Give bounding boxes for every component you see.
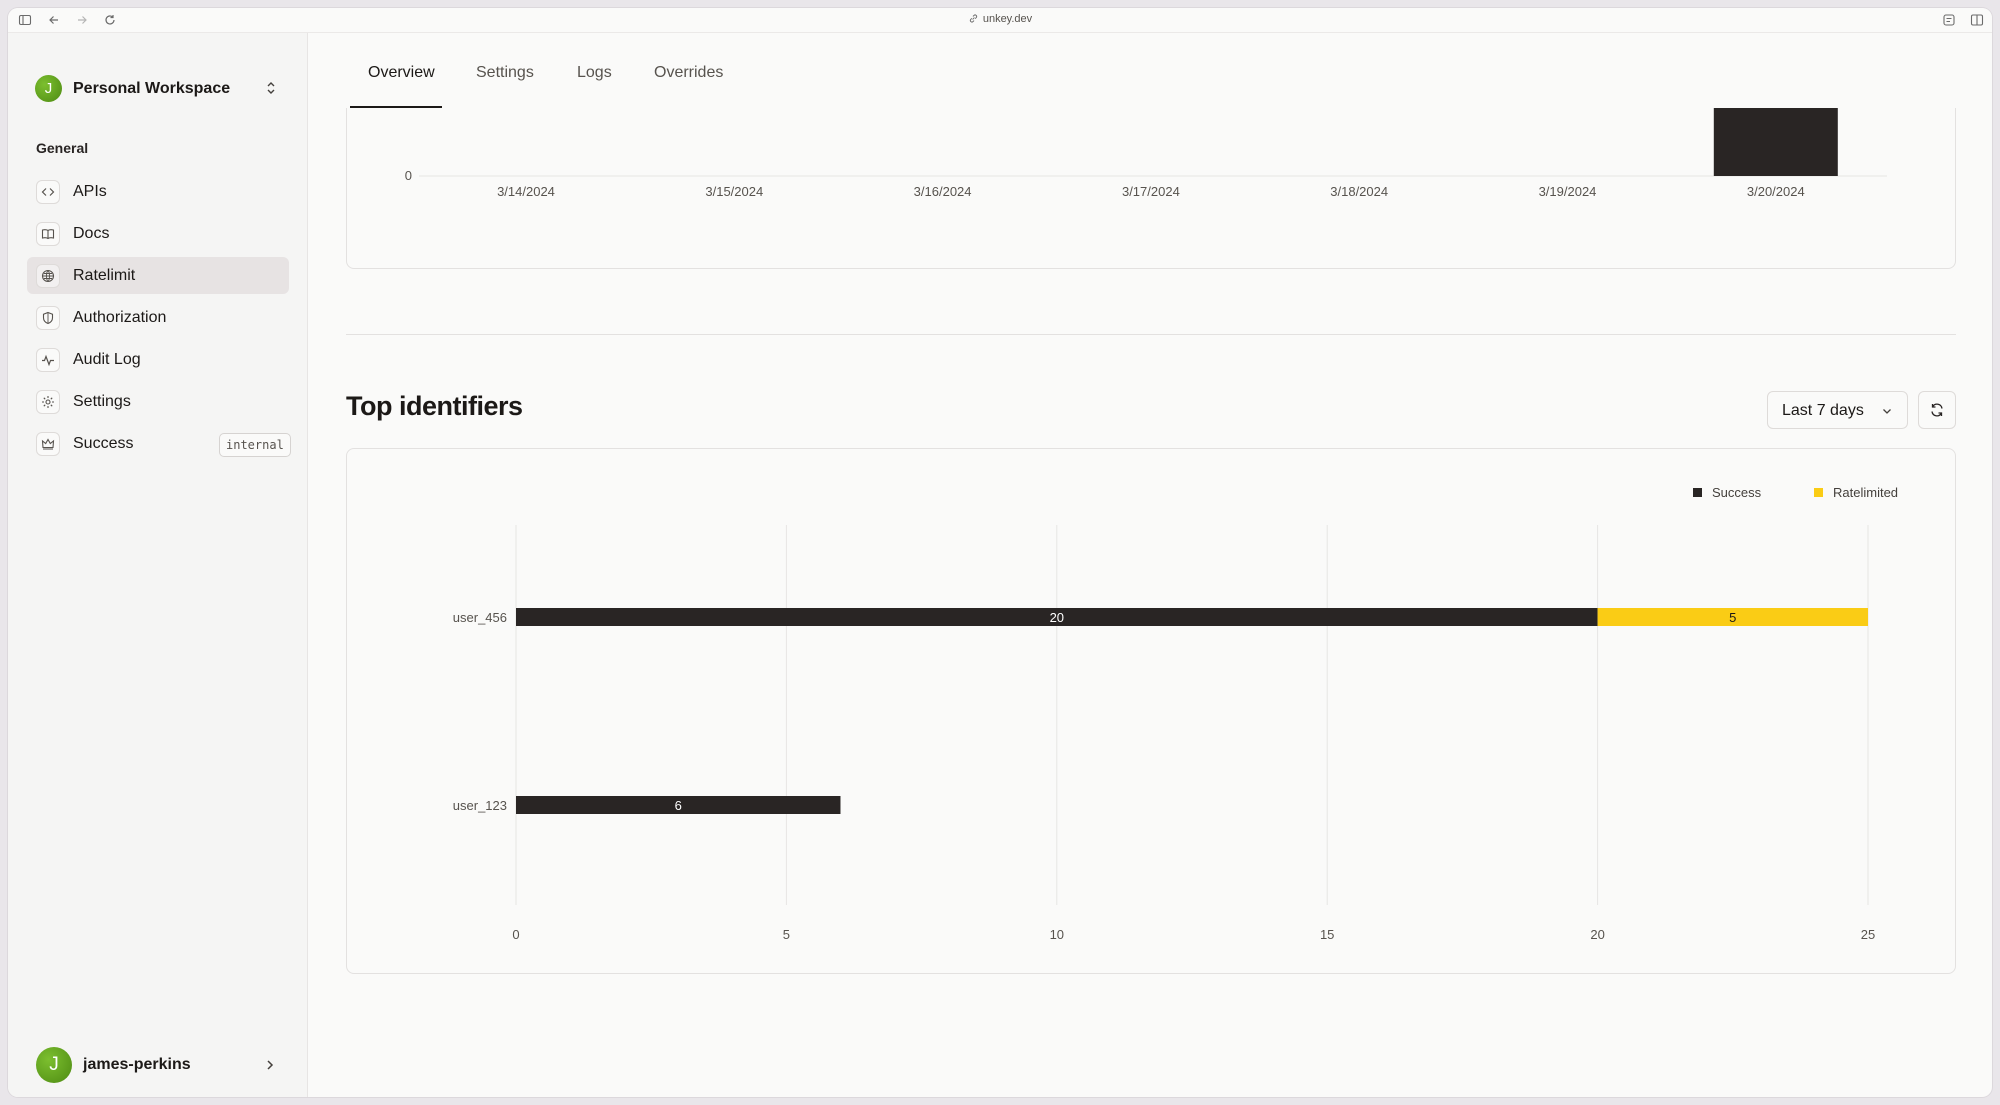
legend-swatch <box>1814 488 1823 497</box>
sidebar-item-audit-log[interactable]: Audit Log <box>27 341 289 378</box>
code-icon <box>36 180 60 204</box>
time-range-select[interactable]: Last 7 days <box>1767 391 1908 429</box>
requests-bar-chart: 0 3/14/2024 3/15/2024 3/16/2024 3/17/2024 3/1… <box>405 108 1887 199</box>
requests-chart-card: 0 3/14/2024 3/15/2024 3/16/2024 3/17/2024 3/1… <box>346 108 1956 269</box>
x-tick-label: 3/18/2024 <box>1330 184 1388 199</box>
legend-item-ratelimited[interactable]: Ratelimited <box>1814 485 1898 500</box>
main-content: Overview Settings Logs Overrides 0 3/14/2… <box>308 33 1992 1097</box>
data-label: 5 <box>1729 610 1736 625</box>
sidebar-item-label: Success <box>73 435 134 452</box>
top-identifiers-card: 0 5 10 15 20 25 user_456 20 5 user_123 6 Success Rat… <box>346 448 1956 974</box>
refresh-icon <box>1931 403 1943 417</box>
user-name: james-perkins <box>83 1056 191 1073</box>
sidebar-item-docs[interactable]: Docs <box>27 215 289 252</box>
sidebar-item-label: Ratelimit <box>73 267 136 284</box>
y-tick-label: user_123 <box>453 798 507 813</box>
gear-icon <box>36 390 60 414</box>
chevron-right-icon <box>267 1060 274 1070</box>
x-tick-label: 0 <box>512 927 519 942</box>
y-tick-label: 0 <box>405 168 412 183</box>
browser-window: unkey.dev J Personal Workspace General A… <box>8 8 1992 1097</box>
workspace-name: Personal Workspace <box>73 80 231 97</box>
data-label: 20 <box>1050 610 1064 625</box>
x-tick-label: 20 <box>1590 927 1604 942</box>
user-menu[interactable]: J james-perkins <box>36 1047 286 1083</box>
chevron-up-down-icon <box>267 82 275 94</box>
sidebar: J Personal Workspace General APIs Docs R… <box>8 33 308 1097</box>
y-tick-label: user_456 <box>453 610 507 625</box>
sidebar-item-label: APIs <box>73 183 107 200</box>
sidebar-item-label: Authorization <box>73 309 167 326</box>
sidebar-item-ratelimit[interactable]: Ratelimit <box>27 257 289 294</box>
sidebar-item-label: Docs <box>73 225 110 242</box>
legend-label: Success <box>1712 485 1762 500</box>
address-bar[interactable]: unkey.dev <box>8 13 1992 25</box>
url-text: unkey.dev <box>982 13 1033 25</box>
globe-icon <box>36 264 60 288</box>
time-range-label: Last 7 days <box>1782 402 1864 419</box>
x-tick-label: 3/15/2024 <box>705 184 763 199</box>
sidebar-item-label: Settings <box>73 393 131 410</box>
x-tick-label: 3/19/2024 <box>1539 184 1597 199</box>
tab-overview[interactable]: Overview <box>368 64 435 82</box>
shield-icon <box>36 306 60 330</box>
sidebar-item-authorization[interactable]: Authorization <box>27 299 289 336</box>
x-tick-label: 5 <box>783 927 790 942</box>
x-tick-label: 3/16/2024 <box>914 184 972 199</box>
reader-icon[interactable] <box>1941 12 1957 28</box>
internal-badge: internal <box>219 433 291 457</box>
workspace-switcher[interactable]: J Personal Workspace <box>35 75 285 105</box>
section-divider <box>346 334 1956 335</box>
chevron-down-icon <box>1883 409 1891 414</box>
x-tick-label: 3/17/2024 <box>1122 184 1180 199</box>
crown-icon <box>36 432 60 456</box>
tab-logs[interactable]: Logs <box>577 64 612 82</box>
x-tick-label: 3/20/2024 <box>1747 184 1805 199</box>
workspace-avatar: J <box>35 75 62 102</box>
legend-swatch <box>1693 488 1702 497</box>
legend-item-success[interactable]: Success <box>1693 485 1762 500</box>
data-label: 6 <box>675 798 682 813</box>
link-icon <box>969 14 977 23</box>
x-tick-label: 25 <box>1861 927 1875 942</box>
x-tick-label: 3/14/2024 <box>497 184 555 199</box>
sidebar-item-label: Audit Log <box>73 351 141 368</box>
tab-overrides[interactable]: Overrides <box>654 64 723 82</box>
top-identifiers-title: Top identifiers <box>346 391 523 421</box>
sidebar-item-apis[interactable]: APIs <box>27 173 289 210</box>
x-tick-label: 10 <box>1050 927 1064 942</box>
activity-icon <box>36 348 60 372</box>
sidebar-item-success[interactable]: Success internal <box>27 425 291 462</box>
bar[interactable] <box>1713 108 1838 176</box>
split-view-icon[interactable] <box>1969 12 1985 28</box>
refresh-button[interactable] <box>1918 391 1956 429</box>
top-identifiers-chart: 0 5 10 15 20 25 user_456 20 5 user_123 6 Success Rat… <box>453 485 1898 942</box>
x-tick-label: 15 <box>1320 927 1334 942</box>
book-icon <box>36 222 60 246</box>
sidebar-item-settings[interactable]: Settings <box>27 383 289 420</box>
section-label-general: General <box>36 140 89 156</box>
tab-settings[interactable]: Settings <box>476 64 534 82</box>
browser-toolbar: unkey.dev <box>8 8 1992 33</box>
user-avatar: J <box>36 1047 72 1083</box>
legend-label: Ratelimited <box>1833 485 1898 500</box>
